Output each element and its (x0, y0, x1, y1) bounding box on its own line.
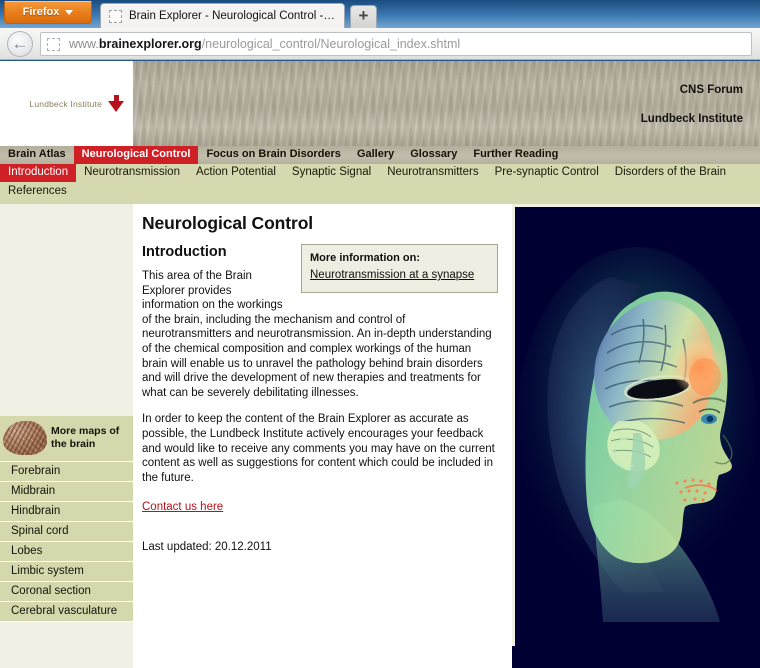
primary-navigation: Brain Atlas Neurological Control Focus o… (0, 146, 760, 164)
more-information-link[interactable]: Neurotransmission at a synapse (310, 268, 474, 283)
secondary-navigation-row-1: Introduction Neurotransmission Action Po… (0, 164, 760, 182)
url-prefix: www. (69, 37, 99, 51)
sidebar-item-lobes[interactable]: Lobes (0, 541, 133, 561)
url-path: /neurological_control/Neurological_index… (201, 37, 461, 51)
last-updated-text: Last updated: 20.12.2011 (142, 541, 272, 554)
brain-scan-svg (515, 207, 760, 646)
more-maps-list: Forebrain Midbrain Hindbrain Spinal cord… (0, 461, 133, 622)
nav-item-gallery[interactable]: Gallery (349, 146, 402, 164)
back-arrow-icon: ← (11, 33, 29, 53)
sidebar-item-midbrain[interactable]: Midbrain (0, 481, 133, 501)
site-identity-icon (47, 37, 60, 51)
chevron-down-icon (65, 9, 74, 15)
browser-navigation-bar: ← www.brainexplorer.org/neurological_con… (0, 28, 760, 60)
nav-item-glossary[interactable]: Glossary (402, 146, 465, 164)
more-maps-panel: More maps of the brain Forebrain Midbrai… (0, 416, 133, 622)
browser-window: Firefox Brain Explorer - Neurological Co… (0, 0, 760, 668)
sidebar-item-forebrain[interactable]: Forebrain (0, 461, 133, 481)
back-button[interactable]: ← (7, 31, 33, 57)
browser-tab-title: Brain Explorer - Neurological Control - … (129, 10, 336, 22)
main-article: Neurological Control More information on… (133, 204, 512, 646)
site-logo[interactable]: Lundbeck Institute (0, 61, 133, 146)
subnav-item-synaptic-signal[interactable]: Synaptic Signal (284, 164, 379, 182)
lundbeck-arrow-icon (108, 95, 125, 112)
human-head-brain-scan-illustration (515, 207, 760, 646)
brain-figure-panel (512, 204, 760, 646)
sidebar-item-coronal-section[interactable]: Coronal section (0, 581, 133, 601)
browser-tabstrip: Firefox Brain Explorer - Neurological Co… (0, 0, 760, 28)
more-maps-title: More maps of the brain (51, 425, 120, 450)
nav-item-focus-on-brain-disorders[interactable]: Focus on Brain Disorders (198, 146, 348, 164)
paragraph-2: In order to keep the content of the Brai… (142, 413, 495, 484)
header-brand-line-2: Lundbeck Institute (640, 113, 743, 125)
site-logo-label: Lundbeck Institute (29, 98, 102, 109)
sidebar-item-cerebral-vasculature[interactable]: Cerebral vasculature (0, 601, 133, 622)
new-tab-button[interactable]: + (350, 5, 377, 28)
more-maps-header: More maps of the brain (0, 416, 133, 461)
sidebar-item-limbic-system[interactable]: Limbic system (0, 561, 133, 581)
nav-item-neurological-control[interactable]: Neurological Control (73, 146, 199, 164)
sidebar-item-spinal-cord[interactable]: Spinal cord (0, 521, 133, 541)
firefox-app-menu-button[interactable]: Firefox (4, 1, 92, 24)
brain-thumbnail-icon (3, 421, 47, 455)
sidebar-item-hindbrain[interactable]: Hindbrain (0, 501, 133, 521)
header-brand-line-1: CNS Forum (679, 84, 743, 96)
page-title: Neurological Control (142, 213, 314, 233)
page-viewport: Lundbeck Institute CNS Forum Lundbeck In… (0, 61, 760, 668)
secondary-navigation-row-2: References (0, 182, 760, 203)
contact-us-link[interactable]: Contact us here (142, 501, 223, 513)
nav-item-further-reading[interactable]: Further Reading (465, 146, 566, 164)
subnav-item-introduction[interactable]: Introduction (0, 164, 77, 182)
below-content-figure-strip (512, 646, 760, 668)
url-host: brainexplorer.org (98, 37, 202, 51)
content-row: More maps of the brain Forebrain Midbrai… (0, 204, 760, 646)
subnav-item-pre-synaptic-control[interactable]: Pre-synaptic Control (487, 164, 607, 182)
subnav-item-neurotransmitters[interactable]: Neurotransmitters (379, 164, 486, 182)
header-brand: CNS Forum Lundbeck Institute (641, 76, 743, 134)
url-text: www.brainexplorer.org/neurological_contr… (69, 37, 460, 51)
subnav-item-disorders-of-the-brain[interactable]: Disorders of the Brain (607, 164, 734, 182)
left-sidebar: More maps of the brain Forebrain Midbrai… (0, 204, 133, 646)
site-header-banner: Lundbeck Institute CNS Forum Lundbeck In… (0, 61, 760, 146)
below-content-strip (0, 646, 760, 668)
subnav-item-neurotransmission[interactable]: Neurotransmission (76, 164, 188, 182)
browser-tab[interactable]: Brain Explorer - Neurological Control - … (100, 3, 345, 28)
below-content-sidebar-strip (0, 646, 133, 668)
url-input[interactable]: www.brainexplorer.org/neurological_contr… (40, 32, 752, 56)
firefox-app-menu-label: Firefox (22, 6, 60, 18)
secondary-navigation: Introduction Neurotransmission Action Po… (0, 164, 760, 204)
subnav-item-action-potential[interactable]: Action Potential (188, 164, 284, 182)
favicon-placeholder-icon (109, 9, 122, 23)
subnav-item-references[interactable]: References (0, 183, 75, 201)
nav-item-brain-atlas[interactable]: Brain Atlas (0, 146, 74, 164)
more-information-label: More information on: (310, 252, 420, 264)
more-information-box: More information on: Neurotransmission a… (301, 244, 498, 293)
